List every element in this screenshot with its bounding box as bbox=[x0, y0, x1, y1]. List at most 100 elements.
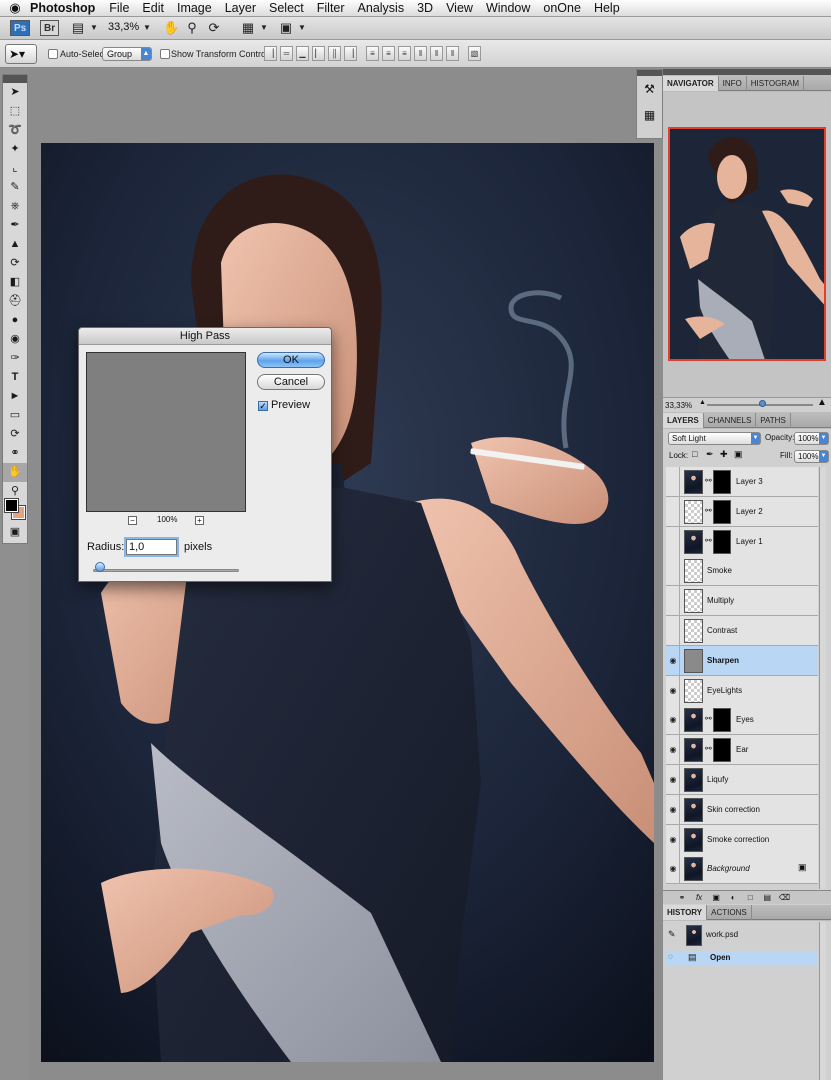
align-hcenter-button[interactable]: ║ bbox=[328, 46, 341, 61]
menu-file[interactable]: File bbox=[109, 1, 129, 15]
blur-tool-icon[interactable]: ● bbox=[3, 311, 27, 330]
hand-icon[interactable]: ✋ bbox=[163, 20, 179, 36]
type-tool-icon[interactable]: T bbox=[3, 368, 27, 387]
distribute-right-button[interactable]: ‖ bbox=[446, 46, 459, 61]
menu-app-name[interactable]: Photoshop bbox=[30, 1, 95, 15]
screen-mode-toggle-icon[interactable]: ▣ bbox=[278, 20, 294, 36]
layer-thumbnail[interactable] bbox=[684, 857, 703, 882]
tab-layers[interactable]: LAYERS bbox=[663, 413, 704, 428]
eye-icon[interactable] bbox=[667, 467, 680, 496]
blend-mode-select[interactable]: Soft Light ▼ bbox=[668, 432, 761, 445]
layer-thumbnail[interactable] bbox=[684, 678, 703, 703]
eye-icon[interactable] bbox=[667, 616, 680, 645]
menu-onone[interactable]: onOne bbox=[543, 1, 581, 15]
layer-thumbnail[interactable] bbox=[684, 529, 703, 554]
zoom-dropdown-icon[interactable]: ▼ bbox=[139, 20, 155, 36]
layer-row[interactable]: Smoke bbox=[666, 556, 818, 587]
align-top-button[interactable]: ▕ bbox=[264, 46, 277, 61]
eye-icon[interactable]: ◉ bbox=[667, 854, 680, 884]
align-vcenter-button[interactable]: ═ bbox=[280, 46, 293, 61]
lock-position-icon[interactable]: ✚ bbox=[720, 449, 728, 460]
eye-icon[interactable]: ◉ bbox=[667, 735, 680, 765]
eye-icon[interactable]: ◉ bbox=[667, 675, 680, 705]
tab-info[interactable]: INFO bbox=[719, 76, 747, 91]
apple-icon[interactable]: ◉ bbox=[0, 0, 30, 16]
dodge-tool-icon[interactable]: ◉ bbox=[3, 330, 27, 349]
layer-row[interactable]: ◉ Sharpen bbox=[666, 645, 818, 676]
menu-analysis[interactable]: Analysis bbox=[358, 1, 405, 15]
layer-thumbnail[interactable] bbox=[684, 470, 703, 494]
preview-checkbox[interactable]: ✓ bbox=[258, 401, 268, 411]
eraser-icon[interactable]: ◧ bbox=[3, 273, 27, 292]
align-left-button[interactable]: ▏ bbox=[312, 46, 325, 61]
tool-presets-icon[interactable]: ⚒ bbox=[637, 76, 662, 102]
menu-3d[interactable]: 3D bbox=[417, 1, 433, 15]
fill-input[interactable]: 100% ▼ bbox=[794, 450, 829, 463]
lasso-tool-icon[interactable]: ➰ bbox=[3, 121, 27, 140]
new-group-icon[interactable]: □ bbox=[743, 891, 757, 905]
layer-row[interactable]: ◉ ⚯ Ear bbox=[666, 735, 818, 766]
distribute-top-button[interactable]: ≡ bbox=[366, 46, 379, 61]
eye-icon[interactable]: ◉ bbox=[667, 824, 680, 854]
history-brush-icon[interactable]: ⟳ bbox=[3, 254, 27, 273]
menu-filter[interactable]: Filter bbox=[317, 1, 345, 15]
link-layers-icon[interactable]: ⚭ bbox=[675, 891, 689, 905]
tab-paths[interactable]: PATHS bbox=[756, 413, 791, 428]
3d-orbit-icon[interactable]: ⚭ bbox=[3, 444, 27, 463]
menu-image[interactable]: Image bbox=[177, 1, 212, 15]
eye-icon[interactable]: ◉ bbox=[667, 794, 680, 824]
navigator-zoom-thumb[interactable] bbox=[759, 400, 766, 407]
crop-tool-icon[interactable]: ⌞ bbox=[3, 159, 27, 178]
brush-tool-icon[interactable]: ✒ bbox=[3, 216, 27, 235]
hand-tool-icon[interactable]: ✋ bbox=[3, 463, 27, 482]
magic-wand-icon[interactable]: ✦ bbox=[3, 140, 27, 159]
layer-row[interactable]: ◉ EyeLights bbox=[666, 675, 818, 706]
radius-slider-thumb[interactable] bbox=[95, 562, 105, 572]
mask-link-icon[interactable]: ⚯ bbox=[705, 506, 712, 515]
screen-mode-icon[interactable]: ▤ bbox=[70, 20, 86, 36]
auto-align-button[interactable]: ▧ bbox=[468, 46, 481, 61]
history-scrollbar[interactable] bbox=[819, 922, 826, 1080]
navigator-thumbnail[interactable] bbox=[668, 127, 826, 361]
menu-window[interactable]: Window bbox=[486, 1, 530, 15]
paint-bucket-icon[interactable]: ⛑ bbox=[3, 292, 27, 311]
arrange-chevron-icon[interactable]: ▼ bbox=[256, 20, 272, 36]
3d-rotate-icon[interactable]: ⟳ bbox=[3, 425, 27, 444]
adjustment-layer-icon[interactable]: ◐ bbox=[726, 891, 740, 905]
chevron-down-icon[interactable]: ▼ bbox=[86, 20, 102, 36]
layer-thumbnail[interactable] bbox=[684, 589, 703, 614]
cancel-button[interactable]: Cancel bbox=[257, 374, 325, 390]
screen-mode-chevron-icon[interactable]: ▼ bbox=[294, 20, 310, 36]
layer-thumbnail[interactable] bbox=[684, 559, 703, 584]
move-tool-icon[interactable]: ➤ bbox=[3, 83, 27, 102]
tab-actions[interactable]: ACTIONS bbox=[707, 905, 752, 920]
layer-row[interactable]: ◉ Smoke correction bbox=[666, 824, 818, 855]
tab-channels[interactable]: CHANNELS bbox=[704, 413, 757, 428]
zoom-level[interactable]: 33,3% bbox=[108, 21, 139, 33]
layer-row[interactable]: ◉ ⚯ Eyes bbox=[666, 705, 818, 736]
layer-thumbnail[interactable] bbox=[684, 738, 703, 763]
menu-edit[interactable]: Edit bbox=[142, 1, 164, 15]
navigator-zoom-in-icon[interactable]: ▲ bbox=[817, 397, 827, 408]
pen-tool-icon[interactable]: ✑ bbox=[3, 349, 27, 368]
layer-row[interactable]: ◉ Background ▣ bbox=[666, 854, 818, 885]
radius-input[interactable]: 1,0 bbox=[126, 539, 177, 555]
layer-thumbnail[interactable] bbox=[684, 797, 703, 822]
layer-thumbnail[interactable] bbox=[684, 619, 703, 643]
tab-history[interactable]: HISTORY bbox=[663, 905, 708, 920]
layer-row[interactable]: ⚯ Layer 3 bbox=[666, 467, 818, 497]
tab-histogram[interactable]: HISTOGRAM bbox=[747, 76, 805, 91]
new-layer-icon[interactable]: ▤ bbox=[760, 891, 774, 905]
history-snapshot[interactable]: ✎ work.psd bbox=[666, 922, 818, 949]
lock-image-icon[interactable]: ✒ bbox=[706, 449, 714, 460]
filter-preview[interactable] bbox=[86, 352, 246, 512]
layer-mask-thumbnail[interactable] bbox=[713, 470, 731, 494]
navigator-zoom-out-icon[interactable]: ▲ bbox=[699, 399, 706, 406]
align-bottom-button[interactable]: ▁ bbox=[296, 46, 309, 61]
zoom-out-button[interactable]: − bbox=[128, 516, 137, 525]
clone-source-icon[interactable]: ▦ bbox=[637, 102, 662, 128]
document-photo[interactable] bbox=[41, 143, 654, 1062]
distribute-hcenter-button[interactable]: ‖ bbox=[430, 46, 443, 61]
eye-icon[interactable] bbox=[667, 526, 680, 556]
mask-link-icon[interactable]: ⚯ bbox=[705, 476, 712, 485]
